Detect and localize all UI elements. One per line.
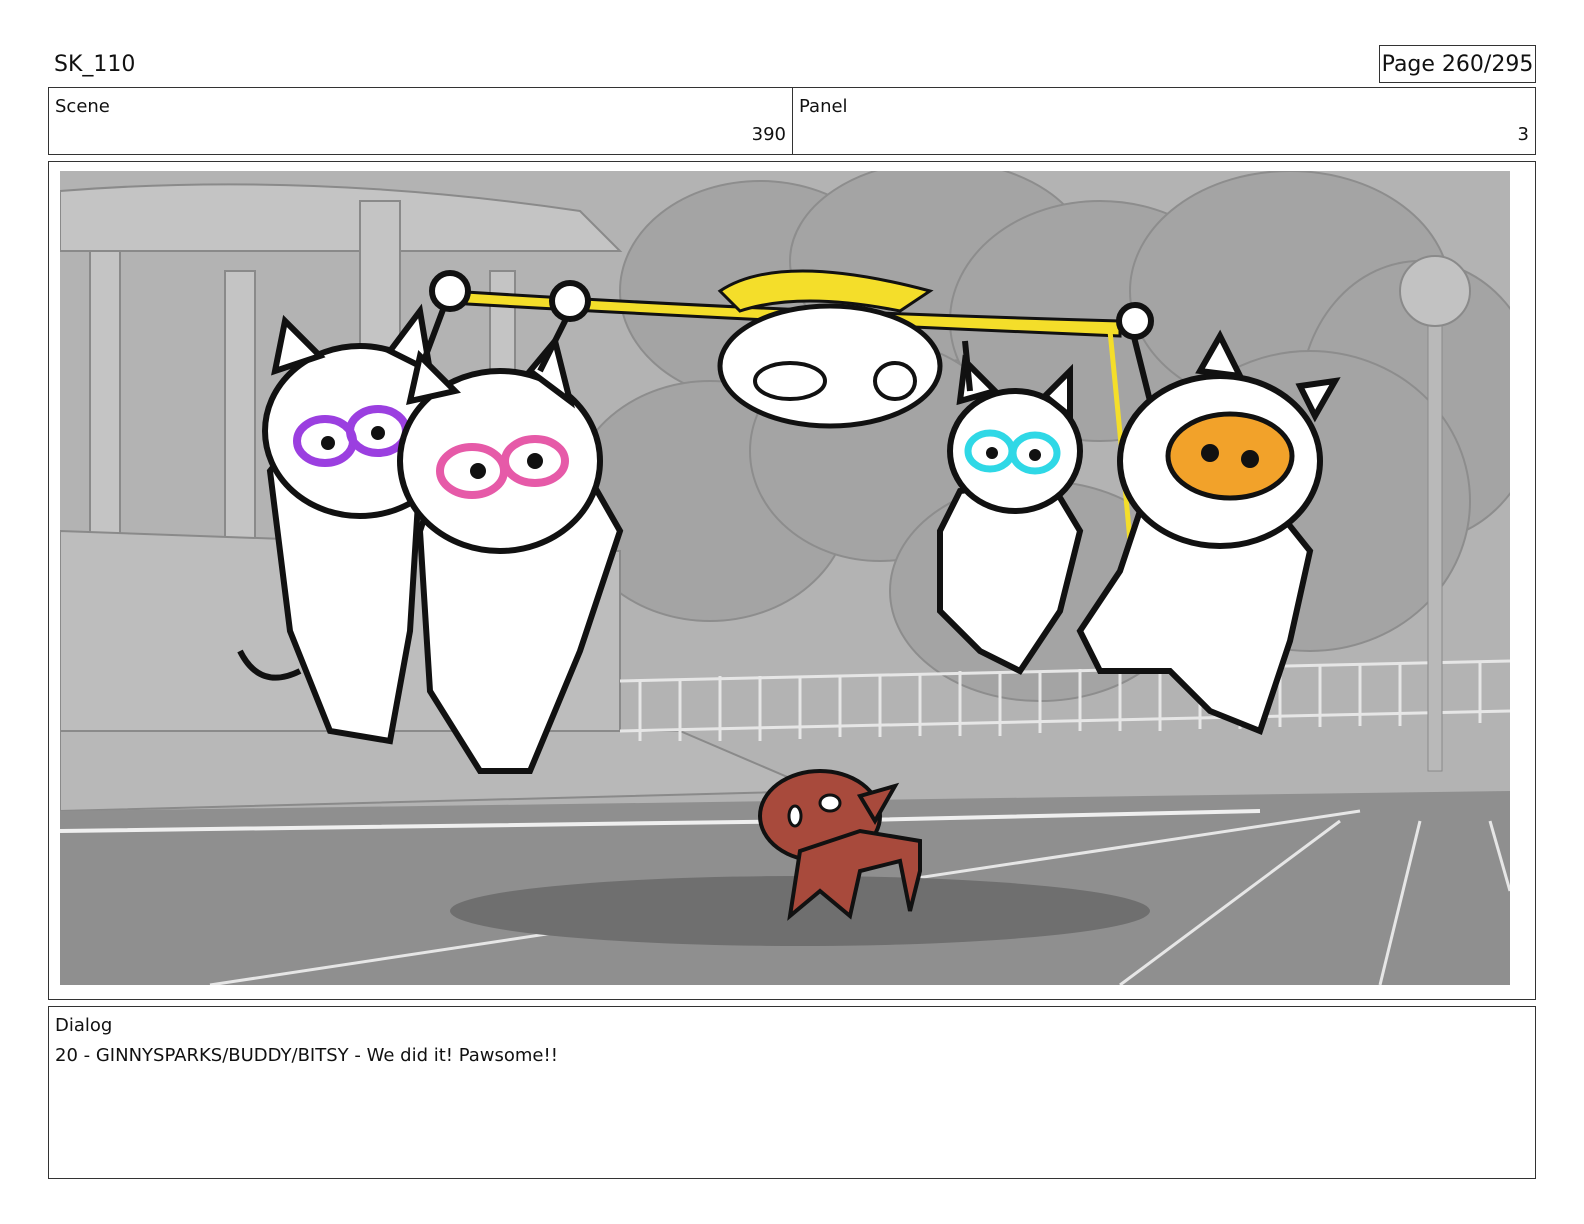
dialog-box: Dialog 20 - GINNYSPARKS/BUDDY/BITSY - We… <box>48 1006 1536 1179</box>
sheet-id: SK_110 <box>54 52 136 77</box>
storyboard-illustration-icon <box>60 171 1510 985</box>
scene-label: Scene <box>55 96 110 117</box>
dialog-label: Dialog <box>55 1015 113 1036</box>
scene-number: 390 <box>751 124 786 145</box>
page-number: Page 260/295 <box>1381 51 1534 77</box>
panel-cell: Panel 3 <box>793 88 1535 154</box>
scene-panel-row: Scene 390 Panel 3 <box>48 87 1536 155</box>
dialog-text: 20 - GINNYSPARKS/BUDDY/BITSY - We did it… <box>55 1045 558 1066</box>
panel-label: Panel <box>799 96 848 117</box>
panel-number: 3 <box>1517 124 1529 145</box>
storyboard-frame <box>48 161 1536 1000</box>
scene-cell: Scene 390 <box>49 88 793 154</box>
page-number-box: Page 260/295 <box>1379 45 1536 83</box>
